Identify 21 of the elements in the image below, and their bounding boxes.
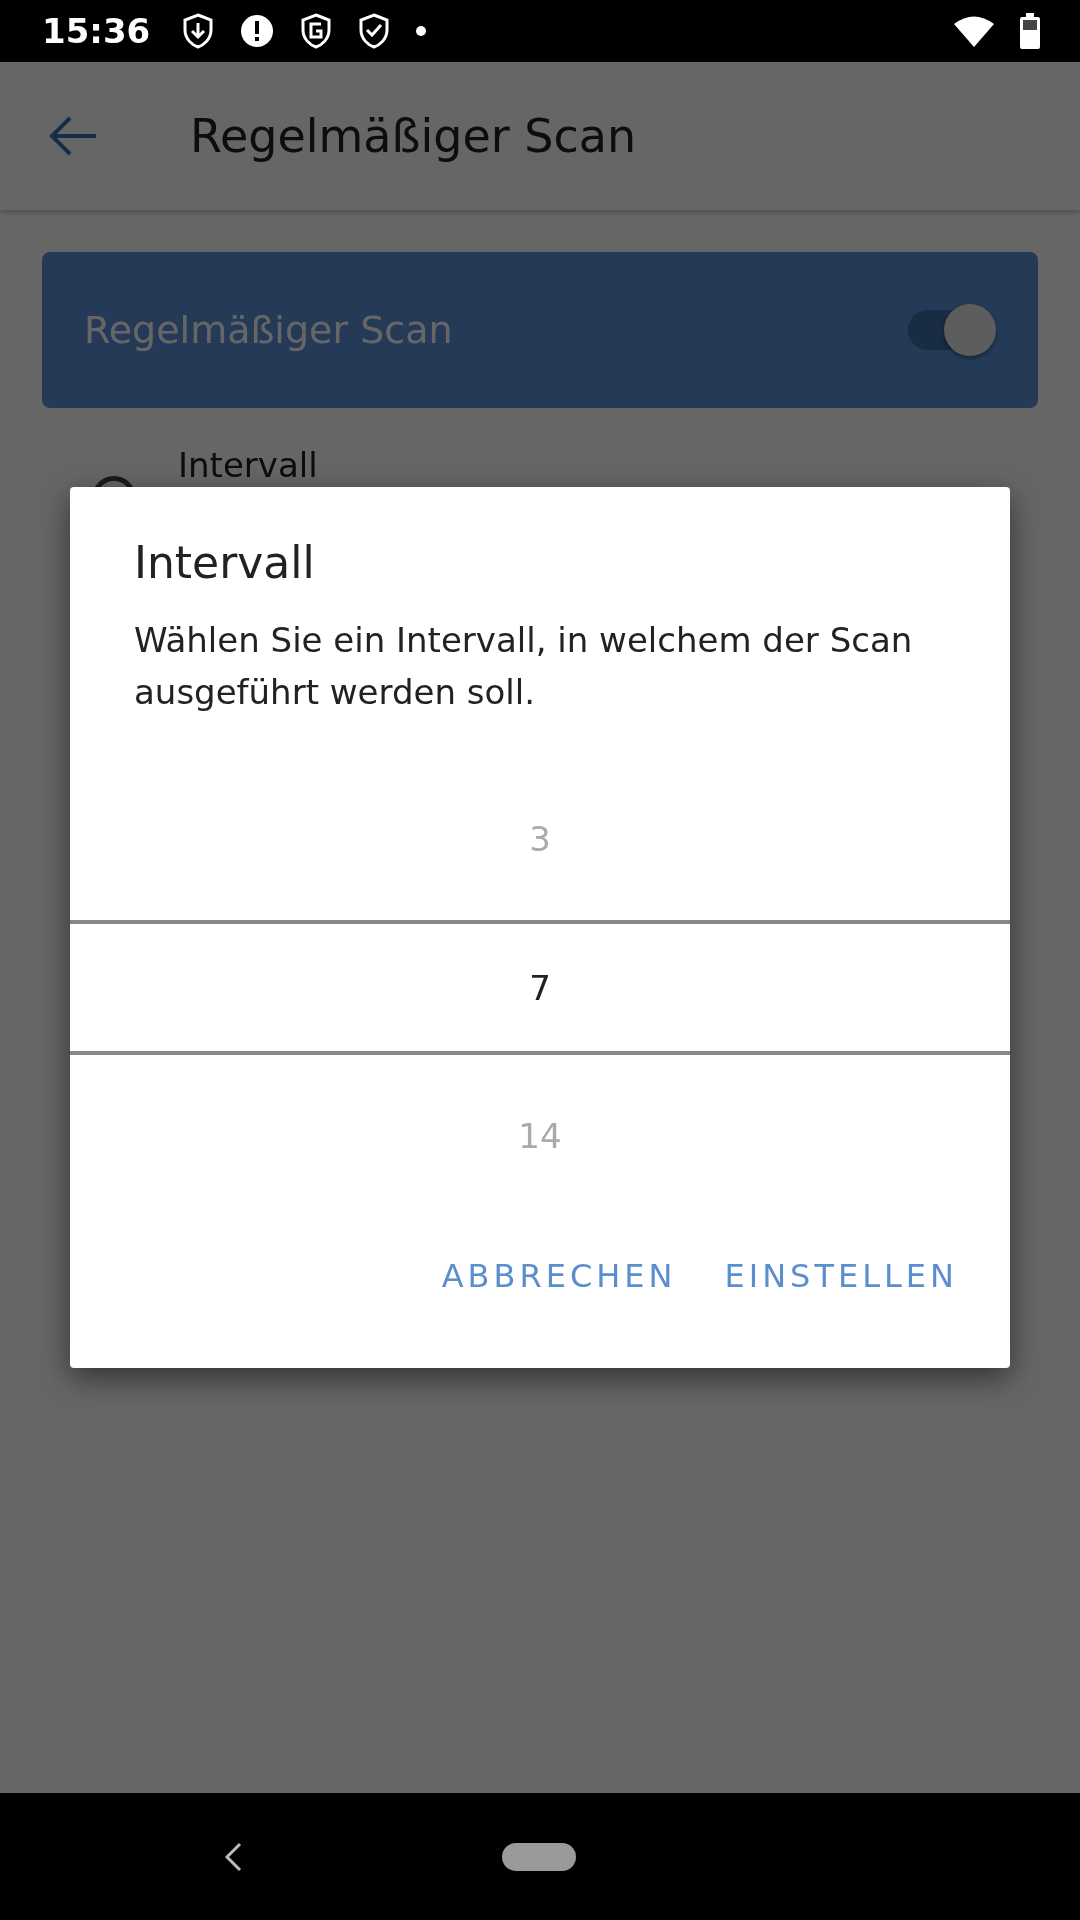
status-time: 15:36 [42, 11, 151, 51]
shield-letter-icon [300, 13, 333, 49]
dot-icon [416, 26, 427, 36]
screen-title: Regelmäßiger Scan [190, 109, 637, 163]
home-pill[interactable] [502, 1842, 576, 1871]
shield-download-icon [182, 13, 215, 49]
switch-label: Regelmäßiger Scan [84, 308, 454, 352]
dialog-button[interactable]: EINSTELLEN [712, 1247, 970, 1305]
picker-item[interactable]: 14 [70, 1055, 1010, 1217]
wifi-icon [954, 15, 994, 47]
picker-item[interactable]: 3 [70, 758, 1010, 920]
nav-back-icon[interactable] [222, 1840, 244, 1873]
back-arrow-icon[interactable] [48, 116, 98, 156]
dialog-title: Intervall [134, 537, 316, 588]
shield-check-icon [358, 13, 391, 49]
setting-title[interactable]: Intervall [178, 446, 318, 484]
alert-icon [240, 14, 275, 48]
battery-icon [1020, 13, 1040, 49]
picker-item[interactable]: 7 [70, 920, 1010, 1055]
dialog-button[interactable]: ABBRECHEN [429, 1247, 689, 1305]
dialog-message: Wählen Sie ein Intervall, in welchem der Scan ausgeführt werden soll. [134, 619, 914, 714]
